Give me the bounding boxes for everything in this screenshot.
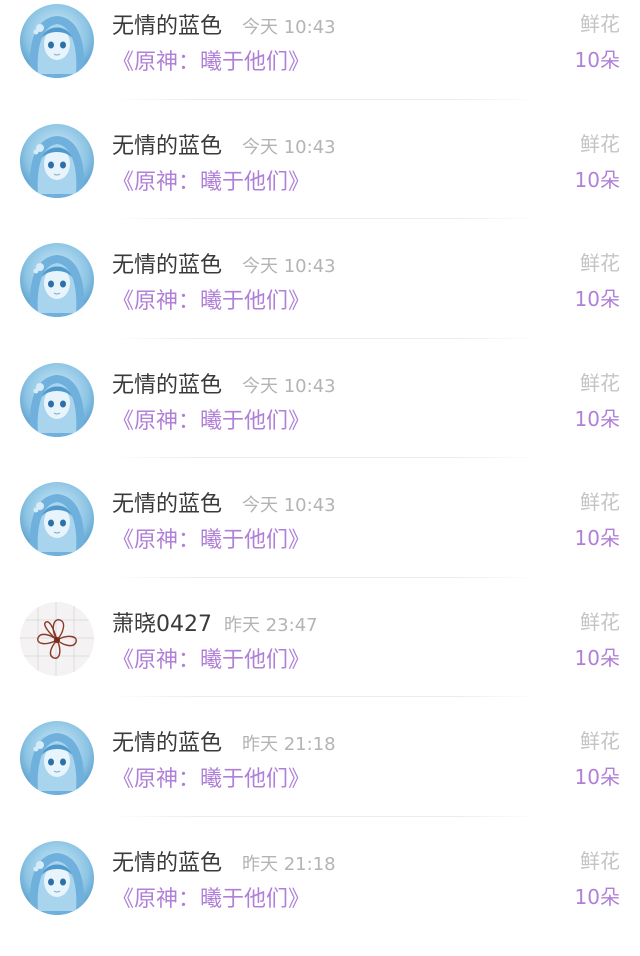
book-title-link[interactable]: 《原神：曦于他们》 [112, 44, 310, 76]
username[interactable]: 无情的蓝色 [112, 8, 222, 40]
anime-girl-avatar-image [20, 243, 94, 317]
avatar[interactable] [20, 243, 94, 317]
avatar[interactable] [20, 602, 94, 676]
timestamp: 昨天 23:47 [224, 611, 318, 637]
username[interactable]: 无情的蓝色 [112, 128, 222, 160]
gift-type-label: 鲜花 [580, 845, 620, 874]
book-title-link[interactable]: 《原神：曦于他们》 [112, 283, 310, 315]
avatar[interactable] [20, 4, 94, 78]
divider [112, 218, 540, 219]
timestamp: 今天 10:43 [242, 133, 336, 159]
divider [112, 696, 540, 697]
divider [112, 457, 540, 458]
divider [112, 816, 540, 817]
list-item[interactable]: 无情的蓝色 今天 10:43 《原神：曦于他们》 鲜花 10朵 [0, 120, 640, 240]
timestamp: 昨天 21:18 [242, 850, 336, 876]
list-item[interactable]: 无情的蓝色 昨天 21:18 《原神：曦于他们》 鲜花 10朵 [0, 837, 640, 956]
avatar[interactable] [20, 721, 94, 795]
anime-girl-avatar-image [20, 4, 94, 78]
gift-count: 10朵 [575, 44, 620, 73]
gift-count: 10朵 [575, 642, 620, 671]
anime-girl-avatar-image [20, 363, 94, 437]
list-item[interactable]: 萧晓0427 昨天 23:47 《原神：曦于他们》 鲜花 10朵 [0, 598, 640, 718]
gift-type-label: 鲜花 [580, 486, 620, 515]
avatar[interactable] [20, 363, 94, 437]
divider [112, 577, 540, 578]
book-title-link[interactable]: 《原神：曦于他们》 [112, 164, 310, 196]
list-item[interactable]: 无情的蓝色 今天 10:43 《原神：曦于他们》 鲜花 10朵 [0, 478, 640, 598]
list-item[interactable]: 无情的蓝色 今天 10:43 《原神：曦于他们》 鲜花 10朵 [0, 0, 640, 120]
gift-count: 10朵 [575, 403, 620, 432]
username[interactable]: 无情的蓝色 [112, 845, 222, 877]
timestamp: 今天 10:43 [242, 491, 336, 517]
username[interactable]: 萧晓0427 [112, 606, 212, 638]
book-title-link[interactable]: 《原神：曦于他们》 [112, 403, 310, 435]
anime-girl-avatar-image [20, 482, 94, 556]
gift-count: 10朵 [575, 761, 620, 790]
anime-girl-avatar-image [20, 841, 94, 915]
list-item[interactable]: 无情的蓝色 昨天 21:18 《原神：曦于他们》 鲜花 10朵 [0, 717, 640, 837]
gift-type-label: 鲜花 [580, 247, 620, 276]
timestamp: 今天 10:43 [242, 13, 336, 39]
book-title-link[interactable]: 《原神：曦于他们》 [112, 642, 310, 674]
avatar[interactable] [20, 841, 94, 915]
flower-gift-list: 无情的蓝色 今天 10:43 《原神：曦于他们》 鲜花 10朵 [0, 0, 640, 956]
gift-type-label: 鲜花 [580, 606, 620, 635]
avatar[interactable] [20, 124, 94, 198]
username[interactable]: 无情的蓝色 [112, 725, 222, 757]
gift-count: 10朵 [575, 522, 620, 551]
username[interactable]: 无情的蓝色 [112, 367, 222, 399]
gift-type-label: 鲜花 [580, 8, 620, 37]
timestamp: 今天 10:43 [242, 372, 336, 398]
username[interactable]: 无情的蓝色 [112, 486, 222, 518]
anime-girl-avatar-image [20, 124, 94, 198]
flower-sketch-avatar-image [20, 602, 94, 676]
list-item[interactable]: 无情的蓝色 今天 10:43 《原神：曦于他们》 鲜花 10朵 [0, 359, 640, 479]
gift-count: 10朵 [575, 881, 620, 910]
gift-count: 10朵 [575, 283, 620, 312]
timestamp: 今天 10:43 [242, 252, 336, 278]
username[interactable]: 无情的蓝色 [112, 247, 222, 279]
gift-type-label: 鲜花 [580, 725, 620, 754]
book-title-link[interactable]: 《原神：曦于他们》 [112, 522, 310, 554]
divider [112, 99, 540, 100]
book-title-link[interactable]: 《原神：曦于他们》 [112, 761, 310, 793]
list-item[interactable]: 无情的蓝色 今天 10:43 《原神：曦于他们》 鲜花 10朵 [0, 239, 640, 359]
gift-type-label: 鲜花 [580, 128, 620, 157]
timestamp: 昨天 21:18 [242, 730, 336, 756]
book-title-link[interactable]: 《原神：曦于他们》 [112, 881, 310, 913]
anime-girl-avatar-image [20, 721, 94, 795]
avatar[interactable] [20, 482, 94, 556]
gift-count: 10朵 [575, 164, 620, 193]
divider [112, 338, 540, 339]
gift-type-label: 鲜花 [580, 367, 620, 396]
